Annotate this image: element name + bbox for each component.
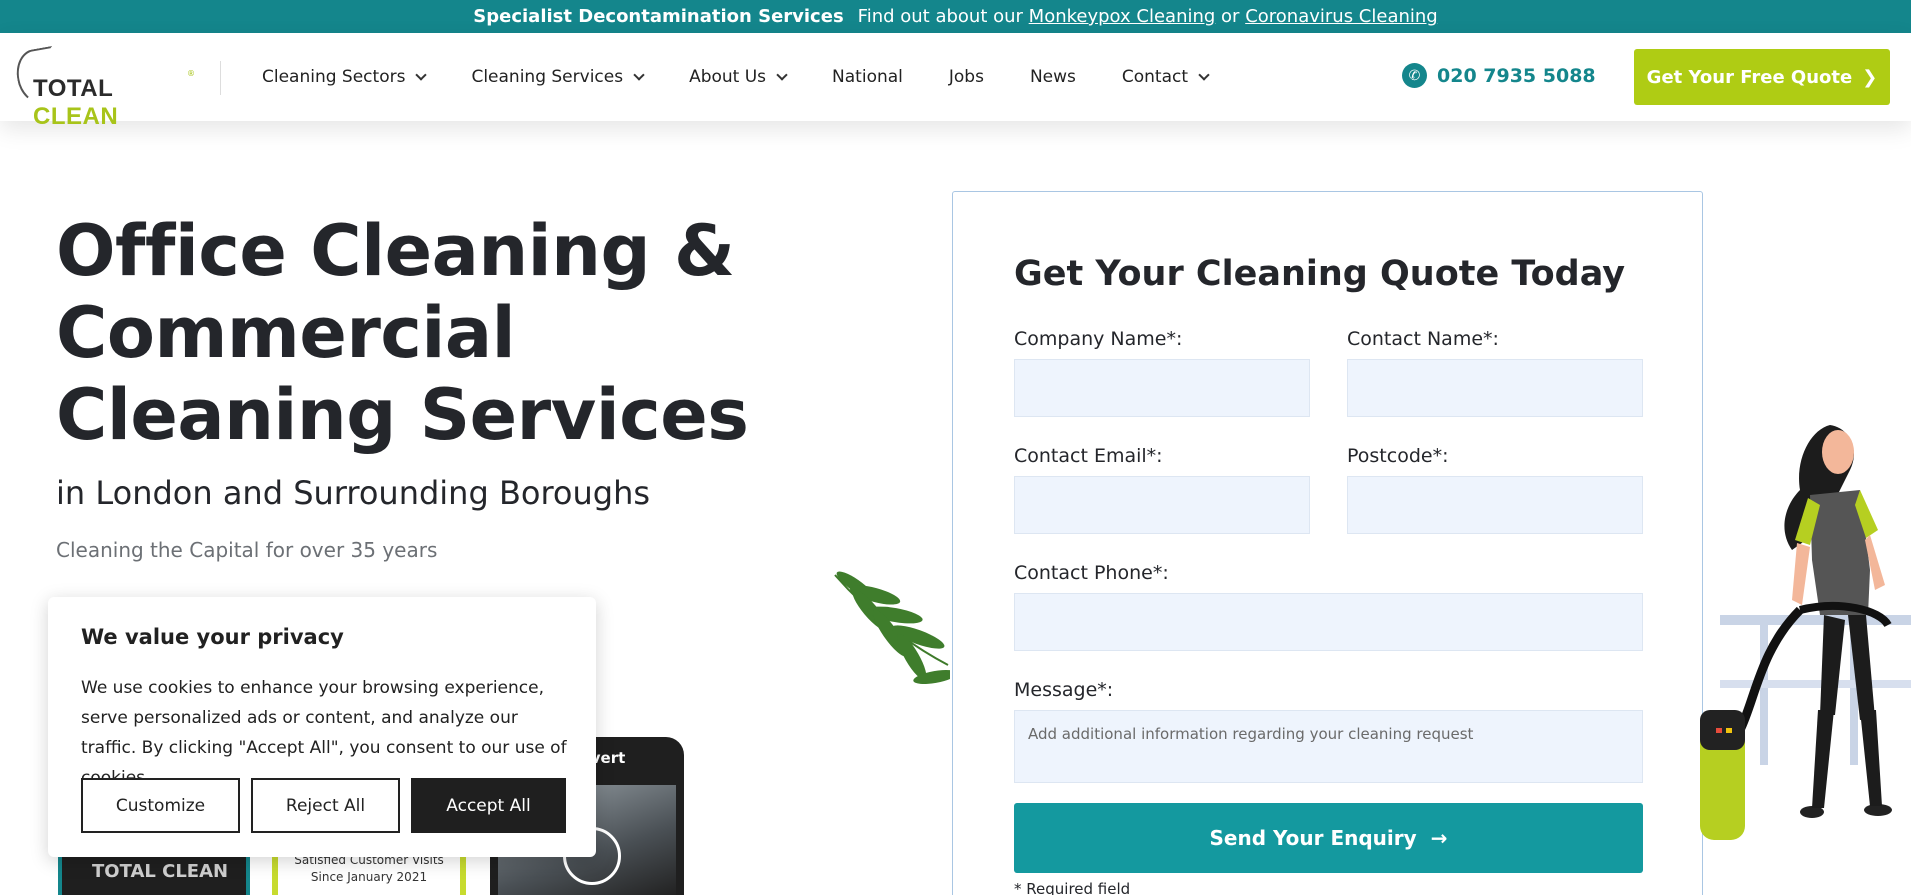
quote-form: Get Your Cleaning Quote Today Company Na… bbox=[952, 191, 1703, 895]
chevron-down-icon bbox=[776, 69, 788, 81]
announcement-bar: Specialist Decontamination Services Find… bbox=[0, 0, 1911, 33]
hero-subtitle: in London and Surrounding Boroughs bbox=[56, 474, 651, 512]
nav-label: National bbox=[832, 67, 903, 87]
arrow-right-icon: → bbox=[1430, 826, 1448, 850]
nav-label: Contact bbox=[1121, 67, 1189, 87]
get-free-quote-button[interactable]: Get Your Free Quote ❯ bbox=[1634, 49, 1890, 105]
cleaner-illustration bbox=[1700, 425, 1911, 840]
required-field-note: * Required field bbox=[1014, 880, 1131, 895]
chevron-right-icon: ❯ bbox=[1862, 66, 1878, 88]
cookie-consent-dialog: We value your privacy We use cookies to … bbox=[48, 597, 596, 857]
postcode-input[interactable] bbox=[1347, 476, 1643, 534]
contact-phone-input[interactable] bbox=[1014, 593, 1643, 651]
nav-contact[interactable]: Contact bbox=[1121, 67, 1210, 87]
nav-news[interactable]: News bbox=[1030, 67, 1076, 87]
announcement-title: Specialist Decontamination Services bbox=[473, 6, 844, 27]
quote-button-label: Get Your Free Quote bbox=[1646, 66, 1853, 88]
monkeypox-cleaning-link[interactable]: Monkeypox Cleaning bbox=[1029, 6, 1216, 27]
send-button-label: Send Your Enquiry bbox=[1209, 826, 1417, 850]
nav-jobs[interactable]: Jobs bbox=[949, 67, 984, 87]
cookie-title: We value your privacy bbox=[81, 625, 344, 649]
brand-card[interactable]: TOTAL CLEAN bbox=[58, 855, 250, 895]
leaf-decoration-icon bbox=[834, 571, 950, 685]
logo-word-clean: CLEAN bbox=[33, 103, 119, 130]
nav-cleaning-services[interactable]: Cleaning Services bbox=[471, 67, 645, 87]
logo-registered-mark: ® bbox=[187, 69, 195, 78]
main-nav: Cleaning Sectors Cleaning Services About… bbox=[262, 33, 1254, 121]
contact-name-input[interactable] bbox=[1347, 359, 1643, 417]
logo-word-total: TOTAL bbox=[33, 75, 113, 102]
nav-cleaning-sectors[interactable]: Cleaning Sectors bbox=[262, 67, 428, 87]
announcement-or: or bbox=[1221, 6, 1240, 27]
header-divider bbox=[220, 61, 221, 95]
postcode-label: Postcode*: bbox=[1347, 445, 1449, 467]
company-name-input[interactable] bbox=[1014, 359, 1310, 417]
cookie-buttons: Customize Reject All Accept All bbox=[81, 778, 566, 833]
nav-label: Jobs bbox=[948, 67, 984, 87]
total-clean-logo[interactable]: TOTAL CLEAN ® bbox=[12, 45, 197, 130]
nav-national[interactable]: National bbox=[832, 67, 903, 87]
reject-all-button[interactable]: Reject All bbox=[251, 778, 400, 833]
nav-label: Cleaning Services bbox=[471, 67, 624, 87]
phone-link[interactable]: ✆ 020 7935 5088 bbox=[1402, 63, 1596, 88]
phone-icon: ✆ bbox=[1402, 63, 1427, 88]
message-textarea[interactable]: Add additional information regarding you… bbox=[1014, 710, 1643, 783]
chevron-down-icon bbox=[415, 69, 428, 81]
nav-label: Cleaning Sectors bbox=[262, 67, 406, 87]
nav-about-us[interactable]: About Us bbox=[689, 67, 788, 87]
contact-phone-label: Contact Phone*: bbox=[1014, 562, 1169, 584]
send-enquiry-button[interactable]: Send Your Enquiry → bbox=[1014, 803, 1643, 873]
chevron-down-icon bbox=[1198, 69, 1210, 81]
coronavirus-cleaning-link[interactable]: Coronavirus Cleaning bbox=[1245, 6, 1438, 27]
site-header: TOTAL CLEAN ® Cleaning Sectors Cleaning … bbox=[0, 33, 1911, 130]
customize-button[interactable]: Customize bbox=[81, 778, 240, 833]
contact-name-label: Contact Name*: bbox=[1347, 328, 1499, 350]
accept-all-button[interactable]: Accept All bbox=[411, 778, 566, 833]
contact-email-label: Contact Email*: bbox=[1014, 445, 1163, 467]
form-title: Get Your Cleaning Quote Today bbox=[1014, 254, 1626, 294]
announcement-lead: Find out about our bbox=[857, 6, 1023, 27]
logo-wordmark: TOTAL CLEAN bbox=[33, 75, 197, 131]
cookie-body: We use cookies to enhance your browsing … bbox=[81, 678, 567, 788]
phone-number: 020 7935 5088 bbox=[1437, 64, 1596, 87]
contact-email-input[interactable] bbox=[1014, 476, 1310, 534]
company-name-label: Company Name*: bbox=[1014, 328, 1183, 350]
message-label: Message*: bbox=[1014, 679, 1114, 701]
chevron-down-icon bbox=[633, 69, 645, 81]
brand-card-text: TOTAL CLEAN bbox=[92, 861, 229, 882]
nav-label: About Us bbox=[689, 67, 767, 87]
nav-label: News bbox=[1029, 67, 1076, 87]
hero-tagline: Cleaning the Capital for over 35 years bbox=[56, 538, 438, 562]
hero-title: Office Cleaning & Commercial Cleaning Se… bbox=[56, 210, 749, 456]
